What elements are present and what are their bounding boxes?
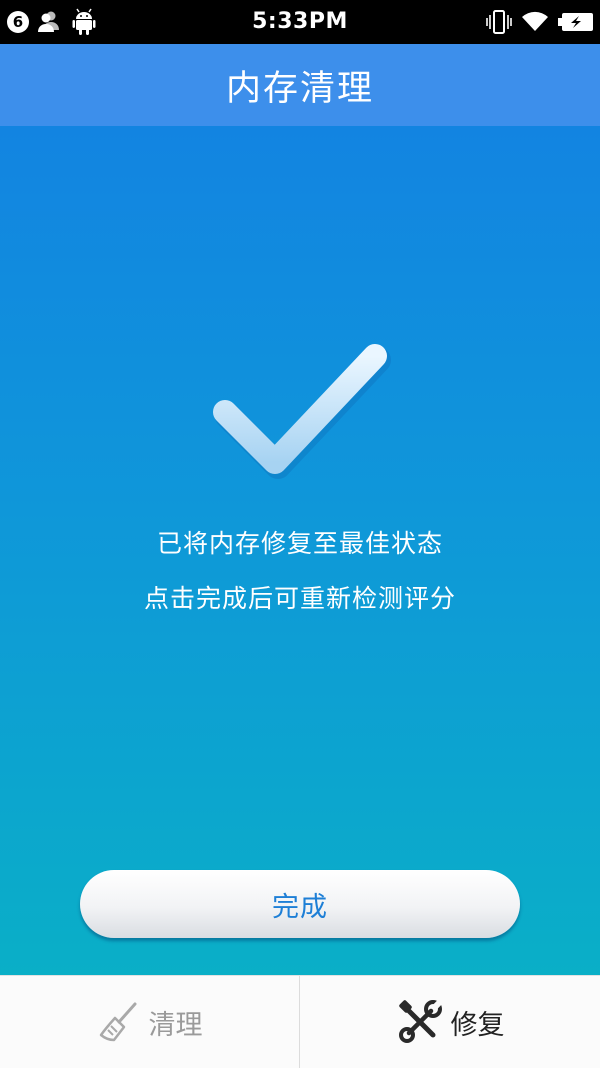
status-message: 已将内存修复至最佳状态 [156, 529, 443, 558]
checkmark-icon [213, 344, 391, 479]
status-bar: 6 5:33PM [0, 0, 600, 44]
page-title: 内存清理 [0, 44, 600, 126]
vibrate-icon [486, 10, 512, 34]
done-button[interactable]: 完成 [80, 870, 520, 938]
tab-repair[interactable]: 修复 [301, 976, 600, 1068]
tab-repair-label: 修复 [450, 1009, 505, 1041]
wifi-icon [522, 11, 548, 31]
battery-charging-icon [558, 13, 593, 31]
tab-clean-label: 清理 [148, 1009, 203, 1041]
broom-icon [99, 1002, 136, 1042]
bottom-nav: 清理 修复 [0, 975, 600, 1068]
tab-clean[interactable]: 清理 [0, 976, 299, 1068]
nav-divider [299, 976, 300, 1068]
app-screen: 内存清理 已将内存修复至最佳状态 点击完成后可重新检测评分 完成 [0, 44, 600, 975]
hint-message: 点击完成后可重新检测评分 [143, 584, 456, 613]
tools-icon [398, 999, 442, 1043]
